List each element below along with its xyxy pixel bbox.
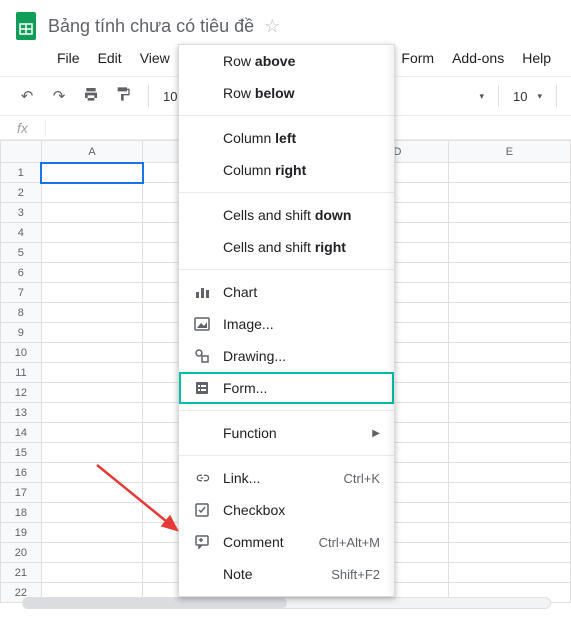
undo-icon[interactable]: ↶: [16, 87, 38, 105]
menu-function[interactable]: Function▶: [179, 417, 394, 449]
menu-column-left[interactable]: Column left: [179, 122, 394, 154]
cell-a1[interactable]: [41, 163, 143, 183]
horizontal-scrollbar[interactable]: [22, 597, 551, 609]
col-header-a[interactable]: A: [41, 141, 143, 163]
image-icon: [193, 315, 211, 333]
menu-link[interactable]: Link...Ctrl+K: [179, 462, 394, 494]
menu-edit[interactable]: Edit: [91, 46, 129, 70]
chart-icon: [193, 283, 211, 301]
menu-file[interactable]: File: [50, 46, 87, 70]
redo-icon[interactable]: ↷: [48, 87, 70, 105]
form-icon: [193, 379, 211, 397]
menu-comment[interactable]: CommentCtrl+Alt+M: [179, 526, 394, 558]
col-header-e[interactable]: E: [448, 141, 570, 163]
menu-addons[interactable]: Add-ons: [445, 46, 511, 70]
link-icon: [193, 469, 211, 487]
sheets-logo: [12, 8, 40, 44]
menu-column-right[interactable]: Column right: [179, 154, 394, 186]
menu-checkbox[interactable]: Checkbox: [179, 494, 394, 526]
font-size[interactable]: 10 ▾: [513, 89, 542, 104]
menu-view[interactable]: View: [133, 46, 177, 70]
select-all-corner[interactable]: [1, 141, 42, 163]
print-icon[interactable]: [80, 86, 102, 106]
menu-drawing[interactable]: Drawing...: [179, 340, 394, 372]
submenu-arrow-icon: ▶: [372, 428, 380, 439]
menu-row-below[interactable]: Row below: [179, 77, 394, 109]
menu-form[interactable]: Form: [394, 46, 441, 70]
menu-note[interactable]: NoteShift+F2: [179, 558, 394, 590]
star-icon[interactable]: ☆: [264, 16, 280, 37]
menu-cells-shift-down[interactable]: Cells and shift down: [179, 199, 394, 231]
drawing-icon: [193, 347, 211, 365]
doc-title[interactable]: Bảng tính chưa có tiêu đề: [48, 16, 254, 37]
fx-label: fx: [0, 120, 46, 136]
menu-form[interactable]: Form...: [179, 372, 394, 404]
menu-row-above[interactable]: Row above: [179, 45, 394, 77]
menu-cells-shift-right[interactable]: Cells and shift right: [179, 231, 394, 263]
insert-menu-dropdown: Row above Row below Column left Column r…: [178, 44, 395, 597]
checkbox-icon: [193, 501, 211, 519]
font-dropdown-caret[interactable]: ▾: [479, 91, 484, 102]
paint-format-icon[interactable]: [112, 86, 134, 106]
menu-image[interactable]: Image...: [179, 308, 394, 340]
menu-help[interactable]: Help: [515, 46, 558, 70]
menu-chart[interactable]: Chart: [179, 276, 394, 308]
comment-icon: [193, 533, 211, 551]
